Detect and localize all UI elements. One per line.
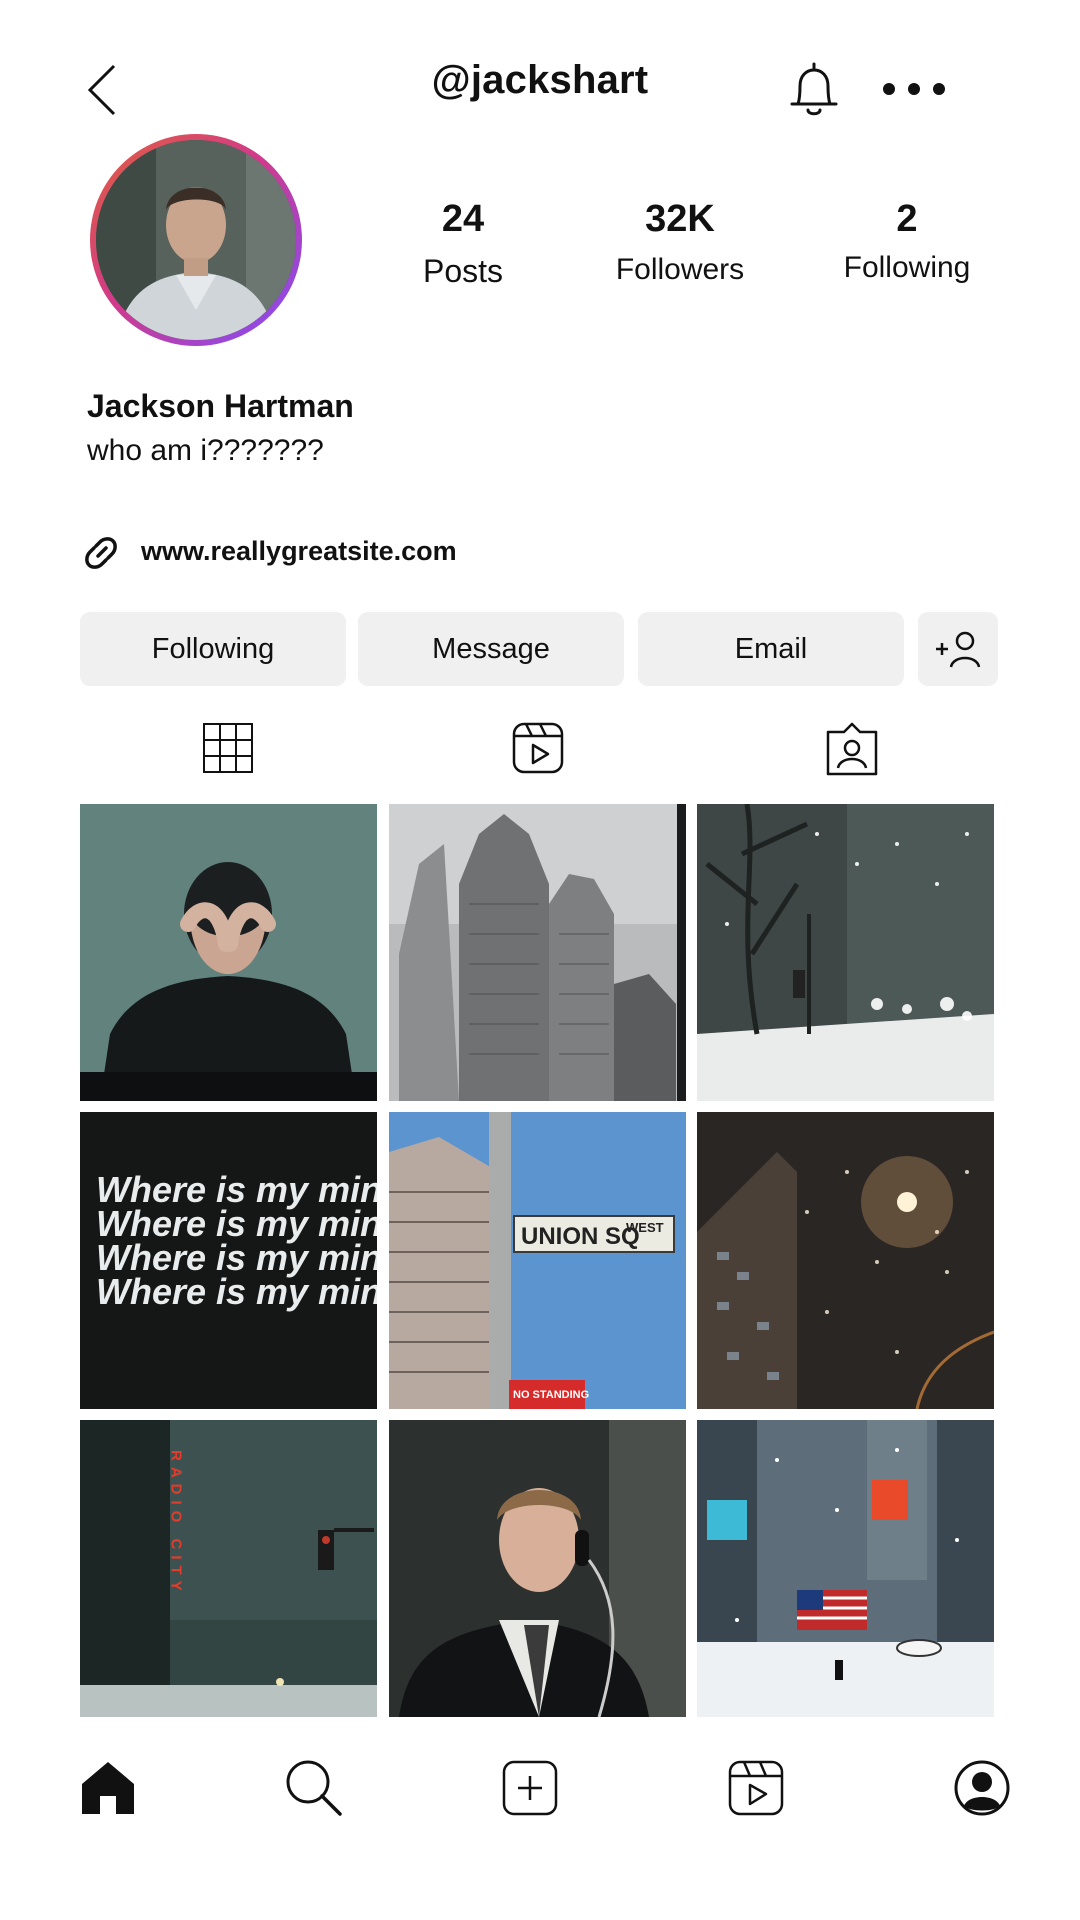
tagged-tab-icon[interactable] <box>822 718 882 778</box>
profile-nav-icon[interactable] <box>952 1758 1012 1818</box>
followers-stat[interactable]: 32K Followers <box>570 198 790 287</box>
new-post-icon[interactable] <box>500 1758 560 1818</box>
following-stat[interactable]: 2 Following <box>797 198 1017 285</box>
following-button[interactable]: Following <box>80 612 346 686</box>
profile-bio: who am i??????? <box>87 434 324 467</box>
no-standing-sign-text: NO STANDING <box>513 1389 589 1401</box>
following-count: 2 <box>896 198 918 240</box>
post-thumbnail[interactable]: Where is my mind? Where is my mind? Wher… <box>80 1112 377 1409</box>
post-thumbnail[interactable] <box>697 1420 994 1717</box>
post-thumbnail[interactable] <box>389 804 686 1101</box>
profile-name: Jackson Hartman <box>87 388 354 424</box>
post-thumbnail[interactable]: RADIO CITY <box>80 1420 377 1717</box>
add-user-button[interactable] <box>918 612 998 686</box>
street-sign-small-text: WEST <box>626 1220 664 1235</box>
reels-nav-icon[interactable] <box>726 1758 786 1818</box>
avatar[interactable] <box>96 140 296 340</box>
posts-count: 24 <box>441 198 485 240</box>
posts-label: Posts <box>422 253 504 289</box>
website-link[interactable]: www.reallygreatsite.com <box>141 536 457 567</box>
post-thumbnail[interactable] <box>697 804 994 1101</box>
post-thumbnail[interactable] <box>697 1112 994 1409</box>
radio-city-sign: RADIO CITY <box>168 1450 185 1597</box>
link-icon <box>85 537 117 569</box>
post-thumbnail[interactable] <box>80 804 377 1101</box>
following-label: Following <box>843 251 971 284</box>
reels-tab-icon[interactable] <box>508 718 568 778</box>
search-icon[interactable] <box>284 1758 344 1818</box>
post-thumbnail[interactable]: UNION SQ WEST NO STANDING <box>389 1112 686 1409</box>
bell-icon[interactable] <box>786 60 842 120</box>
followers-count: 32K <box>645 198 715 240</box>
followers-label: Followers <box>615 253 745 286</box>
home-icon[interactable] <box>78 1758 138 1818</box>
post-thumbnail[interactable] <box>389 1420 686 1717</box>
grid-text-line: Where is my mind? <box>96 1271 377 1312</box>
grid-tab-icon[interactable] <box>198 718 258 778</box>
message-button[interactable]: Message <box>358 612 624 686</box>
email-button[interactable]: Email <box>638 612 904 686</box>
street-sign-text: UNION SQ <box>521 1223 640 1250</box>
more-options-icon[interactable] <box>880 80 948 98</box>
add-user-icon <box>936 631 981 668</box>
